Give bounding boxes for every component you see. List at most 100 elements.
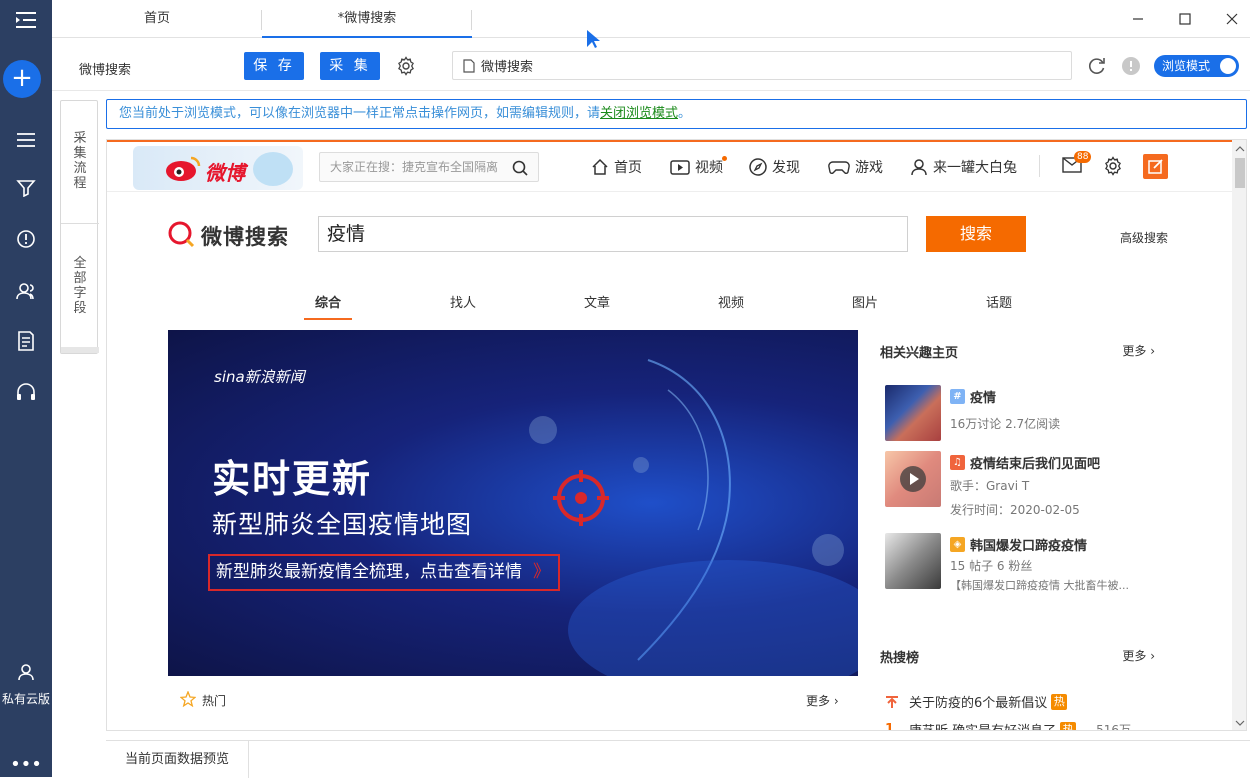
weibo-nav-home[interactable]: 首页 (591, 156, 642, 178)
scroll-down-icon[interactable] (1232, 717, 1247, 729)
user-icon[interactable] (0, 654, 52, 690)
users-icon[interactable] (0, 273, 52, 309)
hot-search-more-link[interactable]: 更多 › (1122, 647, 1155, 664)
minimize-icon[interactable] (1127, 8, 1149, 30)
subtab-images[interactable]: 图片 (835, 292, 895, 311)
tab-weibo-search[interactable]: *微博搜索 (262, 0, 472, 38)
document-icon[interactable] (0, 323, 52, 359)
bottom-panel: 当前页面数据预览 (106, 740, 1250, 778)
headset-icon[interactable] (0, 374, 52, 410)
hot-search-item[interactable]: 关于防疫的6个最新倡议 热 (885, 692, 1170, 711)
private-cloud-label[interactable]: 私有云版 (0, 690, 52, 707)
weibo-logo[interactable]: 微博 (133, 146, 303, 190)
weibo-logo-text: 微博 (205, 161, 245, 185)
collect-button[interactable]: 采 集 (320, 52, 380, 80)
advanced-search-link[interactable]: 高级搜索 (1120, 229, 1168, 246)
clock-alert-icon[interactable] (0, 221, 52, 257)
subtab-people[interactable]: 找人 (433, 292, 493, 311)
subtab-topics[interactable]: 话题 (969, 292, 1029, 311)
banner-headline: 实时更新 (212, 457, 373, 501)
collapse-menu-icon[interactable] (0, 2, 52, 38)
tab-home[interactable]: 首页 (102, 0, 212, 38)
side-tab-divider (61, 223, 99, 224)
address-bar[interactable]: 微博搜索 (452, 51, 1072, 80)
weibo-search-row: 微博搜索 疫情 搜索 高级搜索 (107, 200, 1232, 280)
new-task-button[interactable]: + (3, 60, 41, 98)
side-tab-fields[interactable]: 全 部 字 段 (61, 256, 99, 316)
user-icon (911, 159, 927, 176)
related-item-name: ♫ 疫情结束后我们见面吧 (950, 453, 1100, 472)
related-thumbnail (885, 451, 941, 507)
subtab-video[interactable]: 视频 (701, 292, 761, 311)
browse-mode-toggle[interactable]: 浏览模式 (1154, 55, 1239, 77)
banner-cta[interactable]: 新型肺炎最新疫情全梳理，点击查看详情》 (208, 554, 560, 591)
scroll-up-icon[interactable] (1232, 143, 1247, 155)
nav-divider (1039, 155, 1040, 177)
banner-subhead: 新型肺炎全国疫情地图 (212, 510, 473, 539)
related-thumbnail (885, 385, 941, 441)
subtab-articles[interactable]: 文章 (567, 292, 627, 311)
home-icon (592, 158, 608, 175)
related-item-stats: 15 帖子 6 粉丝 (950, 559, 1033, 573)
info-icon[interactable] (1121, 56, 1141, 80)
related-item-stats: 16万讨论 2.7亿阅读 (950, 417, 1061, 431)
weibo-top-search[interactable]: 大家正在搜：捷克宣布全国隔离 (319, 152, 539, 182)
side-tab-flow[interactable]: 采 集 流 程 (61, 131, 99, 191)
related-more-link[interactable]: 更多 › (1122, 342, 1155, 359)
list-icon[interactable] (0, 122, 52, 158)
related-item-release: 发行时间：2020-02-05 (950, 503, 1080, 517)
star-icon (180, 691, 196, 707)
toolbar: 微博搜索 保 存 采 集 微博搜索 浏览模式 (52, 39, 1250, 91)
weibo-nav-discover[interactable]: 发现 (749, 156, 800, 178)
hot-search-title: 热搜榜 (880, 651, 920, 666)
mail-icon[interactable]: 88 (1062, 151, 1092, 177)
hot-label: 热门 (202, 694, 227, 708)
settings-gear-icon[interactable] (396, 56, 416, 80)
hot-search-item[interactable]: 1 唐艺昕 确实是有好消息了 热 516万 (885, 720, 1170, 731)
compose-icon[interactable] (1143, 154, 1168, 179)
refresh-icon[interactable] (1087, 56, 1107, 80)
weibo-nav-video[interactable]: 视频 (670, 156, 727, 178)
funnel-icon[interactable] (0, 170, 52, 206)
weibo-nav-profile[interactable]: 来一罐大白兔 (910, 156, 1017, 178)
vertical-scrollbar[interactable] (1232, 140, 1247, 730)
subtab-all[interactable]: 综合 (298, 292, 358, 311)
close-browse-mode-link[interactable]: 关闭浏览模式 (600, 106, 678, 121)
weibo-settings-gear-icon[interactable] (1103, 156, 1123, 180)
hot-more-link[interactable]: 更多 › (806, 692, 839, 709)
tab-separator (471, 10, 472, 30)
toggle-knob (1220, 58, 1236, 74)
weibo-search-input[interactable]: 疫情 (318, 216, 908, 252)
hot-section-header: 热门 更多 › (168, 688, 858, 712)
covid-banner[interactable]: sina新浪新闻 实时更新 新型肺炎全国疫情地图 新型肺炎最新疫情全梳理，点击查… (168, 330, 858, 676)
related-item[interactable]: ◈ 韩国爆发口蹄疫疫情 15 帖子 6 粉丝 【韩国爆发口蹄疫疫情 大批畜牛被..… (885, 533, 1170, 592)
maximize-icon[interactable] (1174, 8, 1196, 30)
related-pages-title: 相关兴趣主页 (880, 346, 959, 361)
page-icon (463, 58, 475, 73)
related-item[interactable]: # 疫情 16万讨论 2.7亿阅读 (885, 385, 1170, 441)
data-preview-tab[interactable]: 当前页面数据预览 (106, 741, 249, 778)
related-item-name: # 疫情 (950, 387, 996, 406)
mail-badge: 88 (1074, 151, 1092, 163)
related-item[interactable]: ♫ 疫情结束后我们见面吧 歌手：Gravi T 发行时间：2020-02-05 (885, 451, 1170, 517)
side-tabs: 采 集 流 程 全 部 字 段 (60, 100, 99, 354)
double-chevron-icon: 》 (533, 562, 550, 582)
save-button[interactable]: 保 存 (244, 52, 304, 80)
search-icon[interactable] (512, 160, 528, 176)
browse-mode-notice: 您当前处于浏览模式，可以像在浏览器中一样正常点击操作网页，如需编辑规则，请关闭浏… (106, 99, 1247, 129)
weibo-search-button[interactable]: 搜索 (926, 216, 1026, 252)
scroll-thumb[interactable] (1235, 158, 1245, 188)
tab-bar: 首页 *微博搜索 (52, 0, 1250, 38)
web-page-view: 微博 大家正在搜：捷克宣布全国隔离 首页 视频 发现 游戏 来一罐大白兔 88 (106, 139, 1247, 731)
weibo-nav-games[interactable]: 游戏 (828, 156, 883, 178)
video-new-dot (722, 156, 727, 161)
play-icon[interactable] (900, 466, 926, 492)
browse-mode-label: 浏览模式 (1162, 59, 1211, 73)
subtab-active-indicator (304, 318, 352, 320)
address-text: 微博搜索 (481, 60, 534, 75)
weibo-top-search-placeholder: 大家正在搜：捷克宣布全国隔离 (330, 160, 499, 174)
close-icon[interactable] (1221, 8, 1243, 30)
hot-count: 516万 (1096, 723, 1132, 731)
weibo-search-brand: 微博搜索 (201, 225, 289, 249)
compass-icon (749, 158, 767, 176)
